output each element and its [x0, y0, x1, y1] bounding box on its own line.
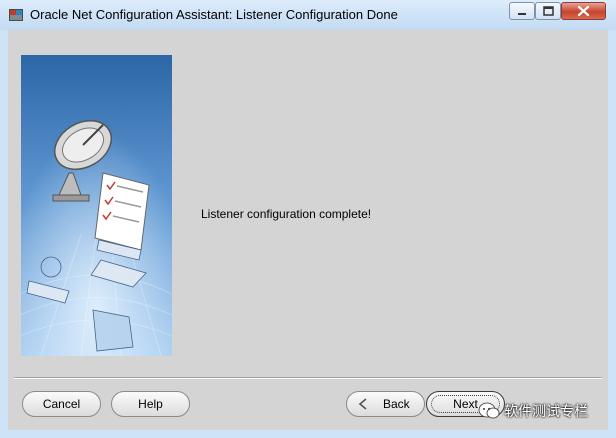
close-icon [577, 5, 590, 17]
title-bar: Oracle Net Configuration Assistant: List… [0, 0, 616, 30]
watermark: 软件测试专栏 [478, 401, 588, 421]
help-button[interactable]: Help [111, 391, 190, 417]
window-title: Oracle Net Configuration Assistant: List… [30, 7, 398, 22]
button-separator [14, 377, 602, 379]
status-message: Listener configuration complete! [201, 207, 372, 221]
cancel-button-label: Cancel [42, 397, 81, 411]
help-button-label: Help [138, 397, 163, 411]
dialog-client-area: Listener configuration complete! Cancel … [8, 30, 608, 430]
minimize-button[interactable] [509, 2, 535, 20]
watermark-text: 软件测试专栏 [504, 403, 588, 419]
back-arrow-icon [358, 398, 367, 410]
checklist-document-icon [94, 172, 150, 251]
minimize-icon [518, 13, 526, 15]
window: Oracle Net Configuration Assistant: List… [0, 0, 616, 438]
maximize-button[interactable] [535, 2, 561, 20]
oracle-app-icon [9, 9, 23, 21]
wizard-illustration [21, 55, 172, 356]
back-button[interactable]: Back [346, 391, 425, 417]
maximize-icon [543, 6, 554, 16]
back-button-label: Back [383, 397, 410, 411]
wechat-logo [478, 402, 500, 419]
cancel-button[interactable]: Cancel [22, 391, 101, 417]
close-button[interactable] [561, 2, 606, 20]
